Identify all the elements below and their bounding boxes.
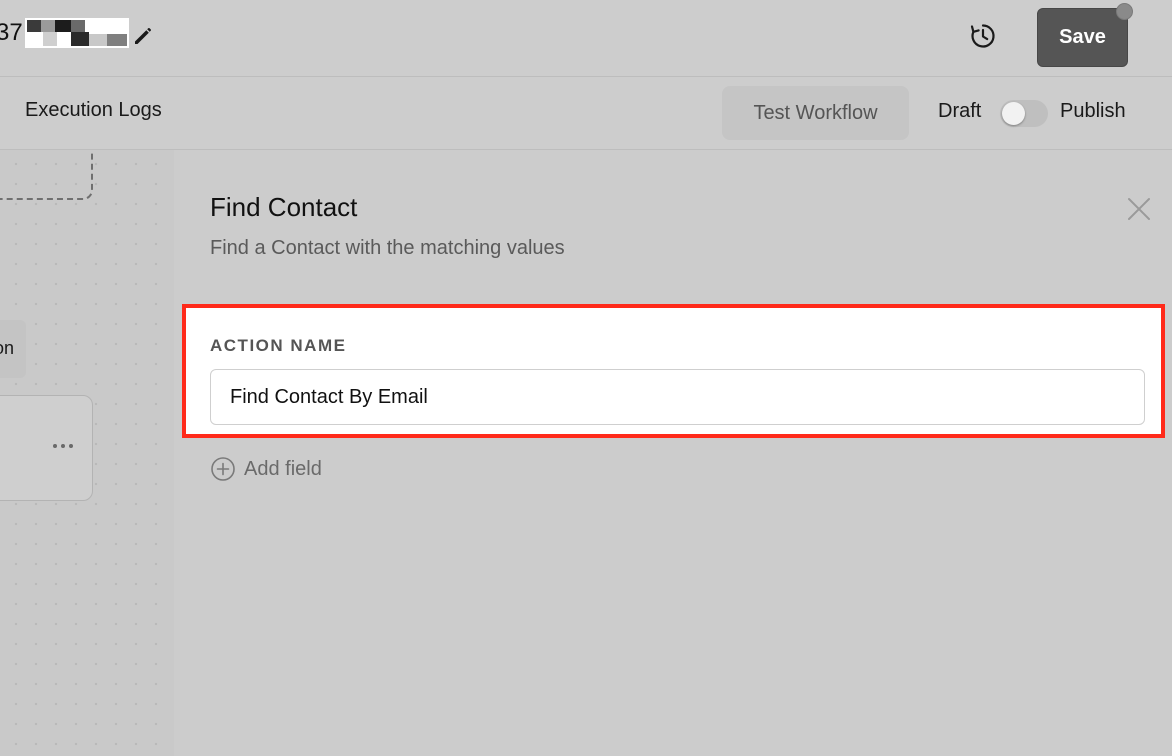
unsaved-indicator-dot — [1116, 3, 1133, 20]
action-name-field-group: ACTION NAME — [182, 304, 1165, 438]
tab-execution-logs[interactable]: Execution Logs — [25, 99, 162, 122]
draft-label: Draft — [938, 100, 982, 122]
add-field-label: Add field — [244, 457, 322, 480]
toggle-knob — [1002, 102, 1025, 125]
action-node-chip[interactable]: on — [0, 320, 26, 378]
publish-toggle[interactable] — [1000, 100, 1048, 127]
close-icon[interactable] — [1126, 196, 1152, 222]
workflow-node-card[interactable] — [0, 395, 93, 501]
redacted-name — [24, 18, 129, 48]
workflow-canvas[interactable]: on — [0, 150, 174, 756]
add-trigger-node[interactable] — [0, 150, 93, 200]
action-name-input[interactable] — [210, 369, 1145, 425]
more-horizontal-icon[interactable] — [52, 442, 74, 450]
pencil-icon[interactable] — [131, 24, 155, 48]
action-node-label: on — [0, 338, 14, 358]
test-workflow-button[interactable]: Test Workflow — [722, 86, 909, 140]
history-clock-icon[interactable] — [968, 21, 998, 51]
workflow-name[interactable]: 37 — [0, 17, 129, 49]
action-config-panel: Find Contact Find a Contact with the mat… — [174, 150, 1172, 756]
top-bar: 37 Save — [0, 0, 1172, 77]
add-field-button[interactable]: Add field — [210, 456, 322, 482]
save-button[interactable]: Save — [1037, 8, 1128, 67]
action-name-label: ACTION NAME — [210, 336, 347, 355]
panel-subtitle: Find a Contact with the matching values — [210, 237, 565, 259]
plus-circle-icon — [211, 457, 235, 481]
workflow-name-text: 37 — [0, 19, 23, 46]
publish-label: Publish — [1060, 100, 1126, 122]
sub-toolbar: Execution Logs Test Workflow Draft Publi… — [0, 77, 1172, 150]
panel-title: Find Contact — [210, 192, 358, 222]
